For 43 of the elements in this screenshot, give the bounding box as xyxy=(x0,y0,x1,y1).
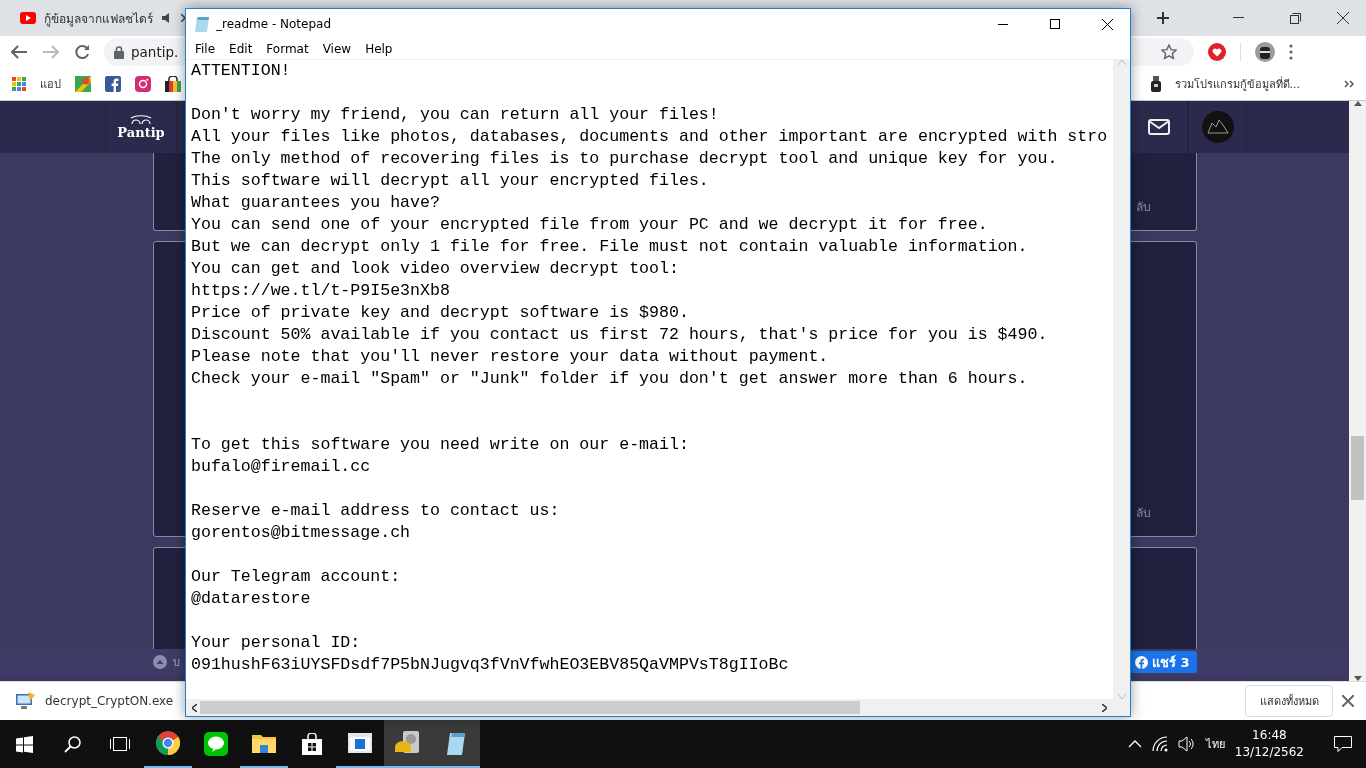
menu-item[interactable]: Help xyxy=(358,42,400,56)
menu-item[interactable]: File xyxy=(188,42,223,56)
text-line: Reserve e-mail address to contact us: xyxy=(191,500,560,522)
clock[interactable]: 16:48 13/12/2562 xyxy=(1234,727,1304,761)
text-line: To get this software you need write on our e-mail: xyxy=(191,434,689,456)
text-line: Don't worry my friend, you can return all your files! xyxy=(191,104,719,126)
site-logo[interactable]: Pantip xyxy=(117,124,165,140)
card-link[interactable]: ลับ xyxy=(1136,197,1151,216)
input-language[interactable]: ไทย xyxy=(1205,735,1225,753)
text-line: Discount 50% available if you contact us first 72 hours, that's price for you is $490. xyxy=(191,324,1048,346)
text-line: https://we.tl/t-P9I5e3nXb8 xyxy=(191,280,450,302)
text-line: ATTENTION! xyxy=(191,60,291,82)
text-line: This software will decrypt all your encrypted files. xyxy=(191,170,709,192)
text-line: Check your e-mail "Spam" or "Junk" folder if you don't get answer more than 6 hours. xyxy=(191,368,1028,390)
show-all-button[interactable]: แสดงทั้งหมด xyxy=(1245,685,1333,717)
text-line: All your files like photos, databases, documents and other important are encrypted with stro xyxy=(191,126,1108,148)
bookmark-link[interactable]: แอป xyxy=(40,75,61,93)
bookmark-link[interactable]: รวมโปรแกรมกู้ข้อมูลที่ดี... xyxy=(1174,75,1300,93)
text-line: @datarestore xyxy=(191,588,311,610)
text-line: Your personal ID: xyxy=(191,632,361,654)
menu-item[interactable]: Edit xyxy=(222,42,260,56)
text-line: But we can decrypt only 1 file for free. File must not contain valuable information. xyxy=(191,236,1028,258)
text-line: Price of private key and decrypt software is $980. xyxy=(191,302,689,324)
text-line: bufalo@firemail.cc xyxy=(191,456,371,478)
tab-title[interactable]: กู้ข้อมูลจากแฟลชไดร์ xyxy=(44,8,153,28)
menu-item[interactable]: Format xyxy=(259,42,316,56)
text-line: 091hushF63iUYSFDsdf7P5bNJugvq3fVnVfwhEO3EBV85QaVMPVsT8gIIoBc xyxy=(191,654,789,676)
clock-date: 13/12/2562 xyxy=(1234,744,1304,761)
window-title: _readme - Notepad xyxy=(216,17,332,31)
text-line: You can send one of your encrypted file from your PC and we decrypt it for free. xyxy=(191,214,988,236)
text-line: Please note that you'll never restore your data without payment. xyxy=(191,346,829,368)
address-field[interactable]: pantip. xyxy=(131,44,179,60)
text-line: The only method of recovering files is to purchase decrypt tool and unique key for you. xyxy=(191,148,1058,170)
clock-time: 16:48 xyxy=(1252,727,1287,744)
footer-text: บ xyxy=(173,655,180,671)
share-button[interactable]: แชร์ 3 xyxy=(1131,651,1197,673)
text-line: gorentos@bitmessage.ch xyxy=(191,522,411,544)
download-file-name[interactable]: decrypt_CryptON.exe xyxy=(45,694,174,708)
menu-item[interactable]: View xyxy=(315,42,359,56)
text-line: What guarantees you have? xyxy=(191,192,440,214)
text-line: You can get and look video overview decrypt tool: xyxy=(191,258,679,280)
card-link[interactable]: ลับ xyxy=(1136,503,1151,522)
text-line: Our Telegram account: xyxy=(191,566,401,588)
